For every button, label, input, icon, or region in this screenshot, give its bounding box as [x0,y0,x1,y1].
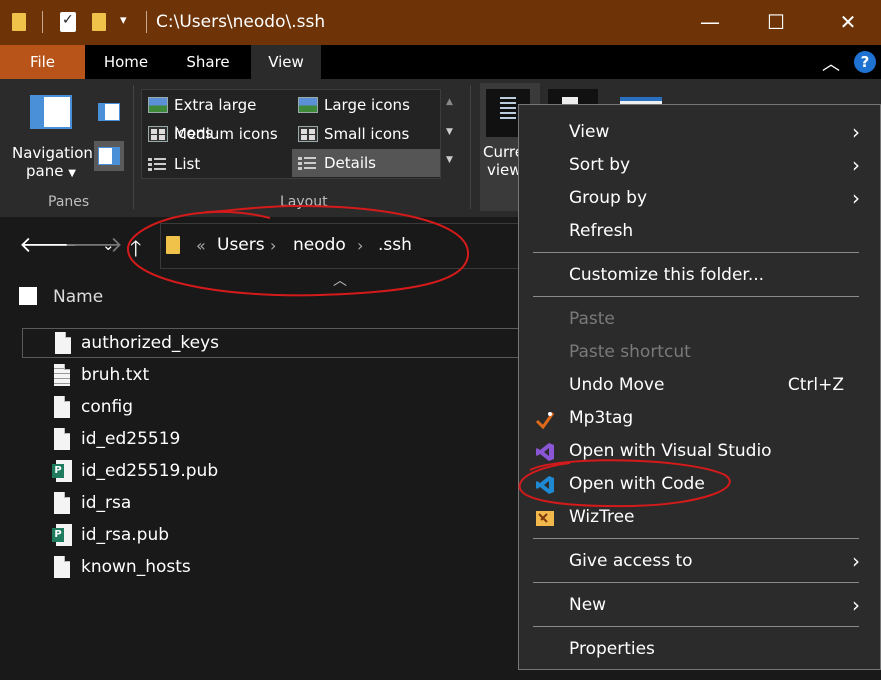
annotation-overlay [126,204,731,508]
annotation-circle-open-with-code [518,459,731,508]
annotation-circle-address [126,204,470,297]
